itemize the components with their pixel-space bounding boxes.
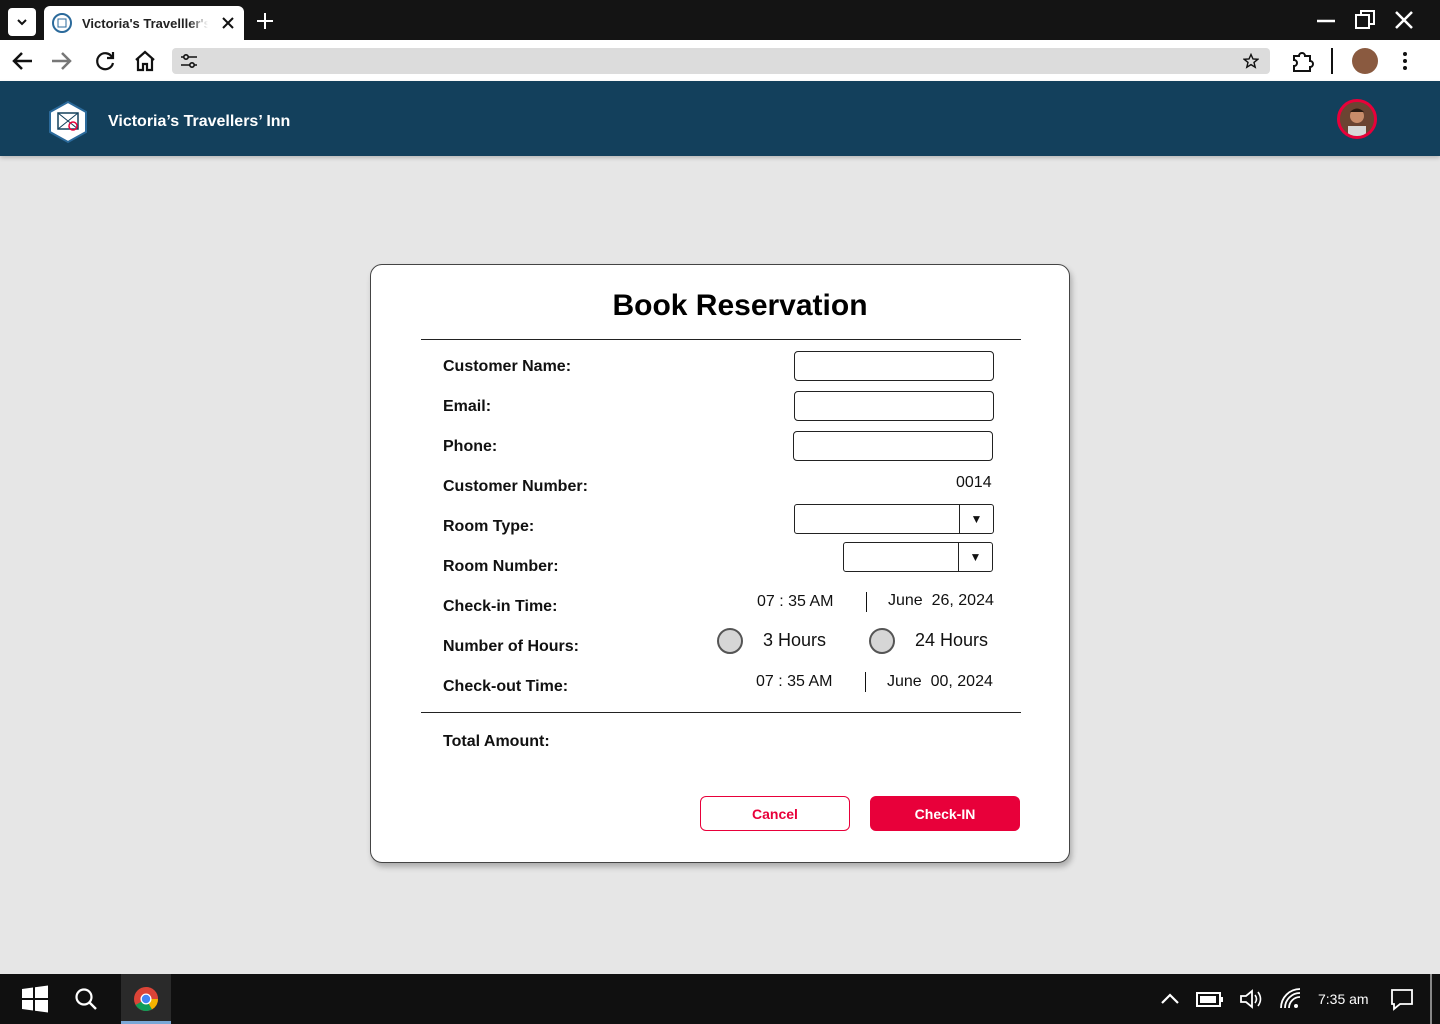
email-label: Email: xyxy=(443,398,492,415)
home-icon[interactable] xyxy=(132,48,158,74)
dropdown-arrow-icon[interactable]: ▼ xyxy=(959,505,993,533)
room-number-select[interactable]: ▼ xyxy=(843,542,993,572)
site-settings-icon[interactable] xyxy=(180,53,198,69)
chevron-down-icon xyxy=(17,19,27,26)
cancel-button[interactable]: Cancel xyxy=(700,796,850,831)
forward-arrow-icon[interactable] xyxy=(48,48,74,74)
close-tab-icon[interactable] xyxy=(220,15,236,31)
user-avatar[interactable] xyxy=(1337,99,1377,139)
checkout-date-value: June 00, 2024 xyxy=(887,673,993,690)
dropdown-arrow-icon[interactable]: ▼ xyxy=(958,543,992,571)
tab-search-button[interactable] xyxy=(8,8,36,36)
checkin-date-value: June 26, 2024 xyxy=(888,592,994,609)
customer-name-input[interactable] xyxy=(794,351,994,381)
radio-3-hours-label: 3 Hours xyxy=(763,630,827,650)
number-of-hours-label: Number of Hours: xyxy=(443,638,579,655)
title-divider xyxy=(421,339,1021,340)
site-favicon-icon xyxy=(52,13,72,33)
customer-name-label: Customer Name: xyxy=(443,358,572,375)
bookmark-star-icon[interactable] xyxy=(1243,53,1259,69)
browser-tab[interactable]: Victoria's Travelller's xyxy=(44,6,244,40)
minimize-icon[interactable] xyxy=(1314,8,1338,32)
os-taskbar: 7:35 am xyxy=(0,974,1440,1024)
wifi-icon[interactable] xyxy=(1278,986,1304,1012)
windows-start-icon[interactable] xyxy=(20,984,50,1014)
total-divider xyxy=(421,712,1021,713)
checkin-separator xyxy=(866,592,867,612)
phone-input[interactable] xyxy=(793,431,993,461)
address-bar[interactable] xyxy=(172,48,1270,74)
chrome-taskbar-button[interactable] xyxy=(121,974,171,1024)
taskbar-clock[interactable]: 7:35 am xyxy=(1318,991,1369,1007)
chrome-icon xyxy=(134,987,158,1012)
extensions-icon[interactable] xyxy=(1290,48,1316,74)
show-desktop-button[interactable] xyxy=(1430,974,1432,1024)
user-photo-icon xyxy=(1340,102,1374,136)
phone-label: Phone: xyxy=(443,438,498,455)
radio-3-hours[interactable] xyxy=(717,628,743,654)
customer-number-value: 0014 xyxy=(956,474,992,491)
notifications-icon[interactable] xyxy=(1389,986,1415,1012)
inn-logo-icon xyxy=(49,100,87,144)
tab-title: Victoria's Travelller's xyxy=(82,15,208,31)
close-window-icon[interactable] xyxy=(1392,8,1416,32)
app-title: Victoria’s Travellers’ Inn xyxy=(108,113,291,130)
chevron-up-icon[interactable] xyxy=(1157,986,1183,1012)
radio-24-hours[interactable] xyxy=(869,628,895,654)
back-arrow-icon[interactable] xyxy=(10,48,36,74)
checkout-time-label: Check-out Time: xyxy=(443,678,569,695)
reload-icon[interactable] xyxy=(92,48,118,74)
search-icon[interactable] xyxy=(73,986,99,1012)
checkout-separator xyxy=(865,672,866,692)
volume-icon[interactable] xyxy=(1238,986,1264,1012)
customer-number-label: Customer Number: xyxy=(443,478,588,495)
check-in-button[interactable]: Check-IN xyxy=(870,796,1020,831)
new-tab-icon[interactable] xyxy=(254,10,276,32)
room-type-label: Room Type: xyxy=(443,518,535,535)
radio-24-hours-label: 24 Hours xyxy=(915,630,989,650)
url-input[interactable] xyxy=(212,50,1212,72)
toolbar-divider xyxy=(1331,48,1333,74)
modal-title: Book Reservation xyxy=(612,289,868,322)
book-reservation-modal: Book Reservation Customer Name: Email: P… xyxy=(370,264,1070,863)
room-number-label: Room Number: xyxy=(443,558,559,575)
checkin-time-value: 07 : 35 AM xyxy=(757,593,834,610)
checkin-time-label: Check-in Time: xyxy=(443,598,558,615)
profile-avatar[interactable] xyxy=(1352,48,1378,74)
restore-icon[interactable] xyxy=(1353,8,1377,32)
browser-tab-bar: Victoria's Travelller's xyxy=(0,0,1440,40)
more-menu-icon[interactable] xyxy=(1392,48,1418,74)
app-header: Victoria’s Travellers’ Inn xyxy=(0,81,1440,156)
room-type-select[interactable]: ▼ xyxy=(794,504,994,534)
total-amount-label: Total Amount: xyxy=(443,733,550,750)
checkout-time-value: 07 : 35 AM xyxy=(756,673,833,690)
email-input[interactable] xyxy=(794,391,994,421)
battery-icon[interactable] xyxy=(1196,986,1224,1012)
